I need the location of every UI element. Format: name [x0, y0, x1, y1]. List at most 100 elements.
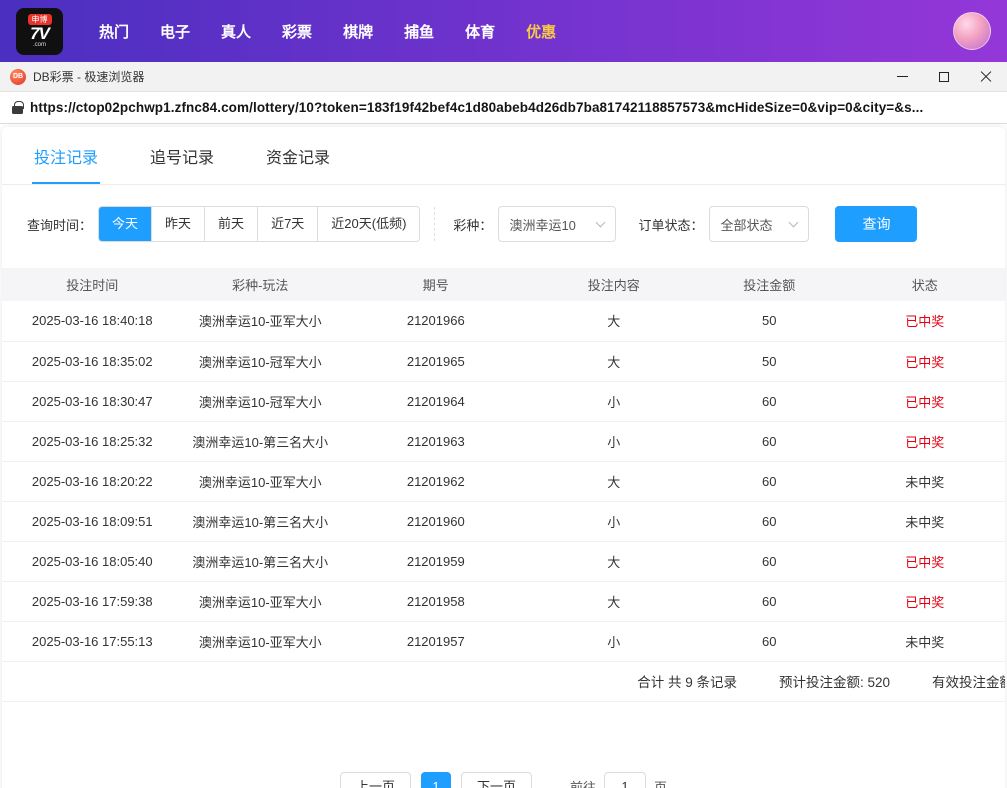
url-text[interactable]: https://ctop02pchwp1.zfnc84.com/lottery/…	[30, 100, 923, 115]
bet-content: 大	[533, 541, 695, 582]
bet-content: 大	[533, 301, 695, 342]
nav-item-2[interactable]: 电子	[160, 21, 190, 42]
lottery-filter-label: 彩种：	[453, 217, 493, 233]
logo-text: 7V	[30, 23, 50, 43]
lottery-filter: 彩种： 澳洲幸运10	[453, 206, 617, 242]
browser-title-bar: DB DB彩票 - 极速浏览器	[0, 62, 1007, 92]
table-row: 2025-03-16 17:55:13 澳洲幸运10-亚军大小 21201957 小 6…	[2, 621, 1005, 662]
user-avatar[interactable]	[953, 12, 991, 50]
record-tabs: 投注记录 追号记录 资金记录	[2, 127, 1005, 185]
bet-issue: 21201958	[337, 581, 534, 622]
window-controls	[881, 62, 1007, 92]
bet-content: 大	[533, 581, 695, 622]
records-tbody: 2025-03-16 18:40:18 澳洲幸运10-亚军大小 21201966 大 5…	[2, 301, 1005, 662]
time-option-3[interactable]: 前天	[204, 207, 258, 241]
browser-window-title: DB彩票 - 极速浏览器	[33, 70, 145, 84]
bet-content: 小	[533, 621, 695, 662]
bet-issue: 21201963	[337, 421, 534, 462]
bet-amount: 50	[694, 301, 845, 342]
browser-address-bar[interactable]: https://ctop02pchwp1.zfnc84.com/lottery/…	[0, 92, 1007, 124]
col-header-content: 投注内容	[533, 268, 695, 301]
col-header-issue: 期号	[337, 268, 534, 301]
next-page-button[interactable]: 下一页	[460, 771, 532, 788]
time-option-5[interactable]: 近20天(低频)	[317, 207, 420, 241]
time-option-2[interactable]: 昨天	[151, 207, 205, 241]
bet-status: 未中奖	[844, 501, 1005, 542]
prev-page-button[interactable]: 上一页	[339, 771, 411, 788]
bet-issue: 21201962	[337, 461, 534, 502]
nav-item-1[interactable]: 热门	[99, 21, 129, 42]
bet-game: 澳洲幸运10-亚军大小	[182, 461, 338, 502]
pagination: 上一页 1 下一页 前往 页	[2, 771, 1005, 788]
bet-issue: 21201965	[337, 341, 534, 382]
bet-status: 已中奖	[844, 301, 1005, 342]
summary-total: 合计 共 9 条记录	[637, 675, 737, 690]
bet-game: 澳洲幸运10-第三名大小	[182, 541, 338, 582]
bet-time: 2025-03-16 18:05:40	[2, 541, 183, 582]
site-logo[interactable]: 申博 7V .com	[16, 7, 63, 55]
bet-issue: 21201966	[337, 301, 534, 342]
nav-item-6[interactable]: 捕鱼	[404, 21, 434, 42]
minimize-icon	[896, 76, 908, 77]
time-filter-label: 查询时间：	[27, 217, 93, 233]
nav-item-7[interactable]: 体育	[465, 21, 495, 42]
bet-game: 澳洲幸运10-亚军大小	[182, 301, 338, 342]
status-select-value: 全部状态	[720, 217, 773, 233]
chevron-down-icon	[789, 217, 799, 228]
bet-amount: 60	[694, 621, 845, 662]
close-button[interactable]	[965, 62, 1007, 92]
current-page-button[interactable]: 1	[420, 771, 451, 788]
filter-bar: 查询时间： 今天 昨天 前天 近7天 近20天(低频) 彩种： 澳洲幸运10 订单状态：…	[2, 185, 1005, 259]
tab-3[interactable]: 资金记录	[264, 127, 332, 184]
bet-content: 小	[533, 381, 695, 422]
bet-content: 小	[533, 421, 695, 462]
minimize-button[interactable]	[881, 62, 923, 92]
status-filter-label: 订单状态：	[638, 217, 704, 233]
goto-page-suffix: 页	[654, 780, 668, 788]
bet-time: 2025-03-16 18:09:51	[2, 501, 183, 542]
status-select[interactable]: 全部状态	[709, 206, 810, 242]
time-option-1[interactable]: 今天	[99, 207, 152, 241]
bet-game: 澳洲幸运10-亚军大小	[182, 581, 338, 622]
bet-status: 已中奖	[844, 541, 1005, 582]
main-nav: 热门 电子 真人 彩票 棋牌 捕鱼 体育 优惠	[99, 21, 556, 42]
table-row: 2025-03-16 18:40:18 澳洲幸运10-亚军大小 21201966 大 5…	[2, 301, 1005, 342]
table-row: 2025-03-16 17:59:38 澳洲幸运10-亚军大小 21201958 大 6…	[2, 581, 1005, 622]
bet-content: 大	[533, 341, 695, 382]
bet-issue: 21201957	[337, 621, 534, 662]
nav-item-3[interactable]: 真人	[221, 21, 251, 42]
lottery-select[interactable]: 澳洲幸运10	[498, 206, 617, 242]
query-button[interactable]: 查询	[835, 206, 918, 242]
nav-item-4[interactable]: 彩票	[282, 21, 312, 42]
lock-icon	[12, 100, 24, 114]
tab-1[interactable]: 投注记录	[32, 127, 101, 184]
time-option-4[interactable]: 近7天	[257, 207, 318, 241]
bet-time: 2025-03-16 18:20:22	[2, 461, 183, 502]
bet-issue: 21201960	[337, 501, 534, 542]
table-row: 2025-03-16 18:09:51 澳洲幸运10-第三名大小 21201960 小…	[2, 501, 1005, 542]
table-row: 2025-03-16 18:05:40 澳洲幸运10-第三名大小 21201959 大…	[2, 541, 1005, 582]
goto-page-input[interactable]	[604, 771, 647, 788]
bet-time: 2025-03-16 18:35:02	[2, 341, 183, 382]
bet-amount: 60	[694, 581, 845, 622]
chevron-down-icon	[595, 217, 606, 228]
col-header-amount: 投注金额	[694, 268, 845, 301]
bet-status: 已中奖	[844, 581, 1005, 622]
bet-content: 小	[533, 501, 695, 542]
maximize-icon	[939, 71, 949, 82]
tab-2[interactable]: 追号记录	[148, 127, 216, 184]
bet-issue: 21201959	[337, 541, 534, 582]
nav-item-8[interactable]: 优惠	[526, 21, 556, 42]
table-header-row: 投注时间 彩种-玩法 期号 投注内容 投注金额 状态	[2, 268, 1005, 301]
summary-valid: 有效投注金额	[932, 675, 1005, 690]
site-header: 申博 7V .com 热门 电子 真人 彩票 棋牌 捕鱼 体育 优惠	[0, 0, 1007, 62]
bet-records-table: 投注时间 彩种-玩法 期号 投注内容 投注金额 状态 2025-03-16 18…	[2, 268, 1005, 662]
nav-item-5[interactable]: 棋牌	[343, 21, 373, 42]
status-filter: 订单状态： 全部状态	[638, 206, 810, 242]
bet-game: 澳洲幸运10-冠军大小	[182, 381, 338, 422]
table-row: 2025-03-16 18:25:32 澳洲幸运10-第三名大小 21201963 小…	[2, 421, 1005, 462]
maximize-button[interactable]	[923, 62, 965, 92]
logo-suffix: .com	[32, 41, 46, 48]
bet-time: 2025-03-16 18:25:32	[2, 421, 183, 462]
summary-row: 合计 共 9 条记录 预计投注金额: 520 有效投注金额	[2, 662, 1005, 702]
